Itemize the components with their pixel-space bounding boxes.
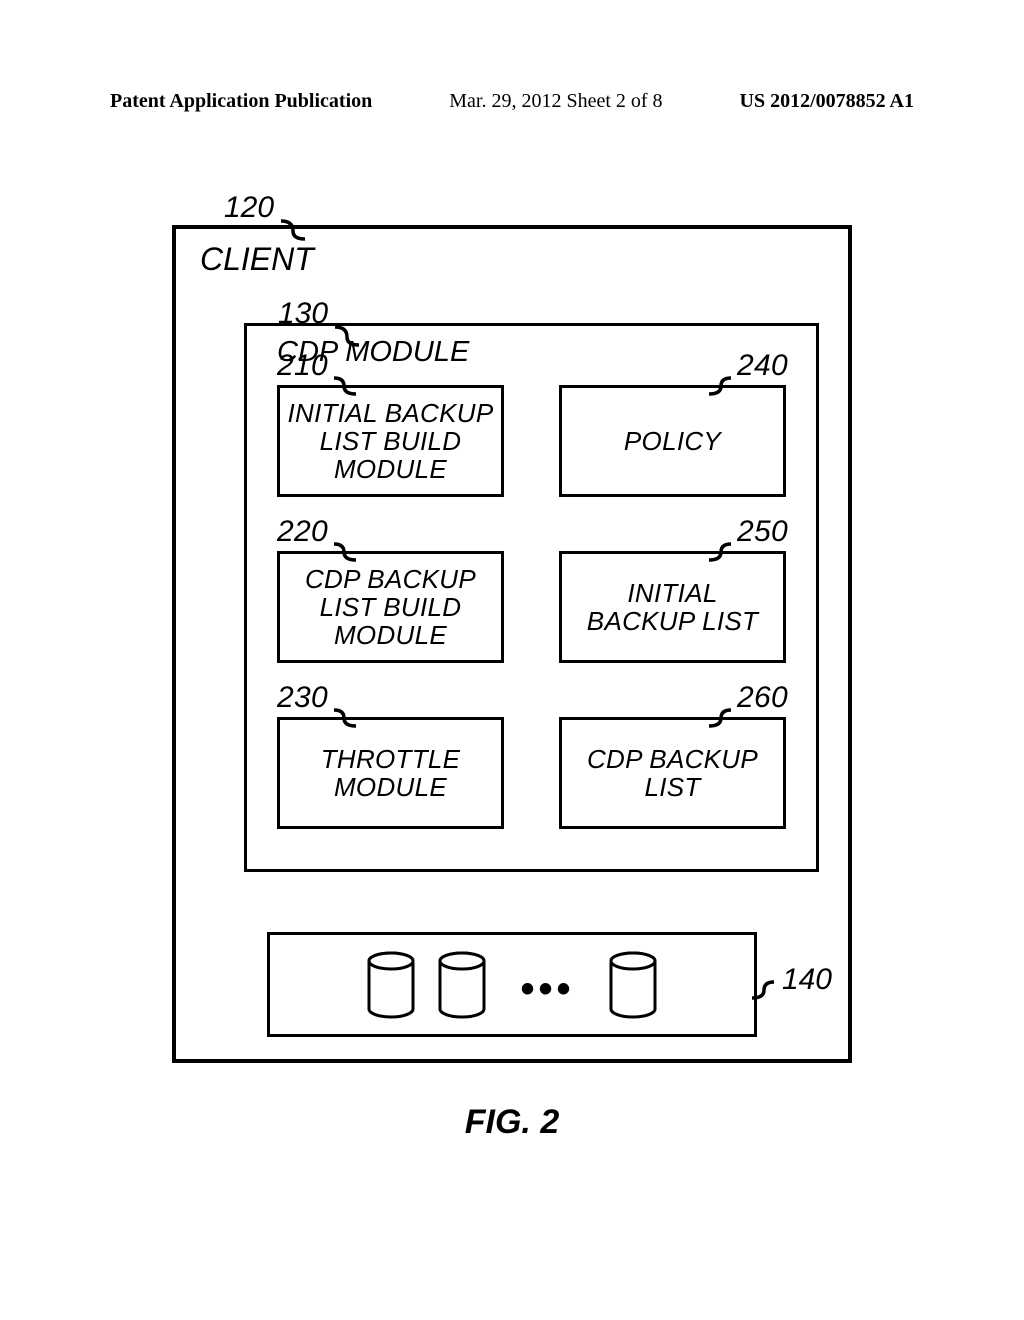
box-260-label: CDP BACKUP LIST xyxy=(587,745,758,801)
storage-panel: ••• 140 xyxy=(267,932,757,1037)
page-header: Patent Application Publication Mar. 29, … xyxy=(110,90,914,113)
cylinder-icon xyxy=(363,951,419,1019)
header-mid: Mar. 29, 2012 Sheet 2 of 8 xyxy=(449,90,662,113)
client-box: CLIENT 130 CDP MODULE 210 INITIAL BACKUP… xyxy=(172,225,852,1063)
box-250-label: INITIAL BACKUP LIST xyxy=(587,579,758,635)
box-240-label: POLICY xyxy=(624,427,721,455)
box-260: 260 CDP BACKUP LIST xyxy=(559,717,786,829)
box-230-label: THROTTLE MODULE xyxy=(321,745,461,801)
box-220-label: CDP BACKUP LIST BUILD MODULE xyxy=(305,565,476,649)
ref-260: 260 xyxy=(737,682,788,714)
leader-240 xyxy=(707,376,733,396)
header-left: Patent Application Publication xyxy=(110,90,372,113)
box-250: 250 INITIAL BACKUP LIST xyxy=(559,551,786,663)
client-label: CLIENT xyxy=(200,241,830,278)
box-210-label: INITIAL BACKUP LIST BUILD MODULE xyxy=(287,399,493,483)
header-right: US 2012/0078852 A1 xyxy=(740,90,914,113)
diagram: 120 CLIENT 130 CDP MODULE 210 INITIAL BA… xyxy=(172,195,852,1142)
row-3: 230 THROTTLE MODULE 260 CDP BACKUP LIST xyxy=(277,717,786,829)
leader-210 xyxy=(332,376,358,396)
leader-140 xyxy=(750,980,776,1000)
row-2: 220 CDP BACKUP LIST BUILD MODULE 250 INI… xyxy=(277,551,786,663)
ref-210: 210 xyxy=(277,350,328,382)
cdp-module-box: CDP MODULE 210 INITIAL BACKUP LIST BUILD… xyxy=(244,323,819,872)
leader-260 xyxy=(707,708,733,728)
ref-230: 230 xyxy=(277,682,328,714)
ref-240: 240 xyxy=(737,350,788,382)
leader-250 xyxy=(707,542,733,562)
ref-140: 140 xyxy=(782,963,832,997)
ref-120: 120 xyxy=(224,191,274,225)
leader-230 xyxy=(332,708,358,728)
row-1: 210 INITIAL BACKUP LIST BUILD MODULE 240… xyxy=(277,385,786,497)
ref-250: 250 xyxy=(737,516,788,548)
cdp-module-label: CDP MODULE xyxy=(277,336,786,369)
cylinder-icon xyxy=(605,951,661,1019)
ellipsis-icon: ••• xyxy=(520,967,574,1012)
box-230: 230 THROTTLE MODULE xyxy=(277,717,504,829)
cylinder-icon xyxy=(434,951,490,1019)
ref-220: 220 xyxy=(277,516,328,548)
figure-caption: FIG. 2 xyxy=(172,1103,852,1142)
box-220: 220 CDP BACKUP LIST BUILD MODULE xyxy=(277,551,504,663)
box-240: 240 POLICY xyxy=(559,385,786,497)
leader-220 xyxy=(332,542,358,562)
box-210: 210 INITIAL BACKUP LIST BUILD MODULE xyxy=(277,385,504,497)
